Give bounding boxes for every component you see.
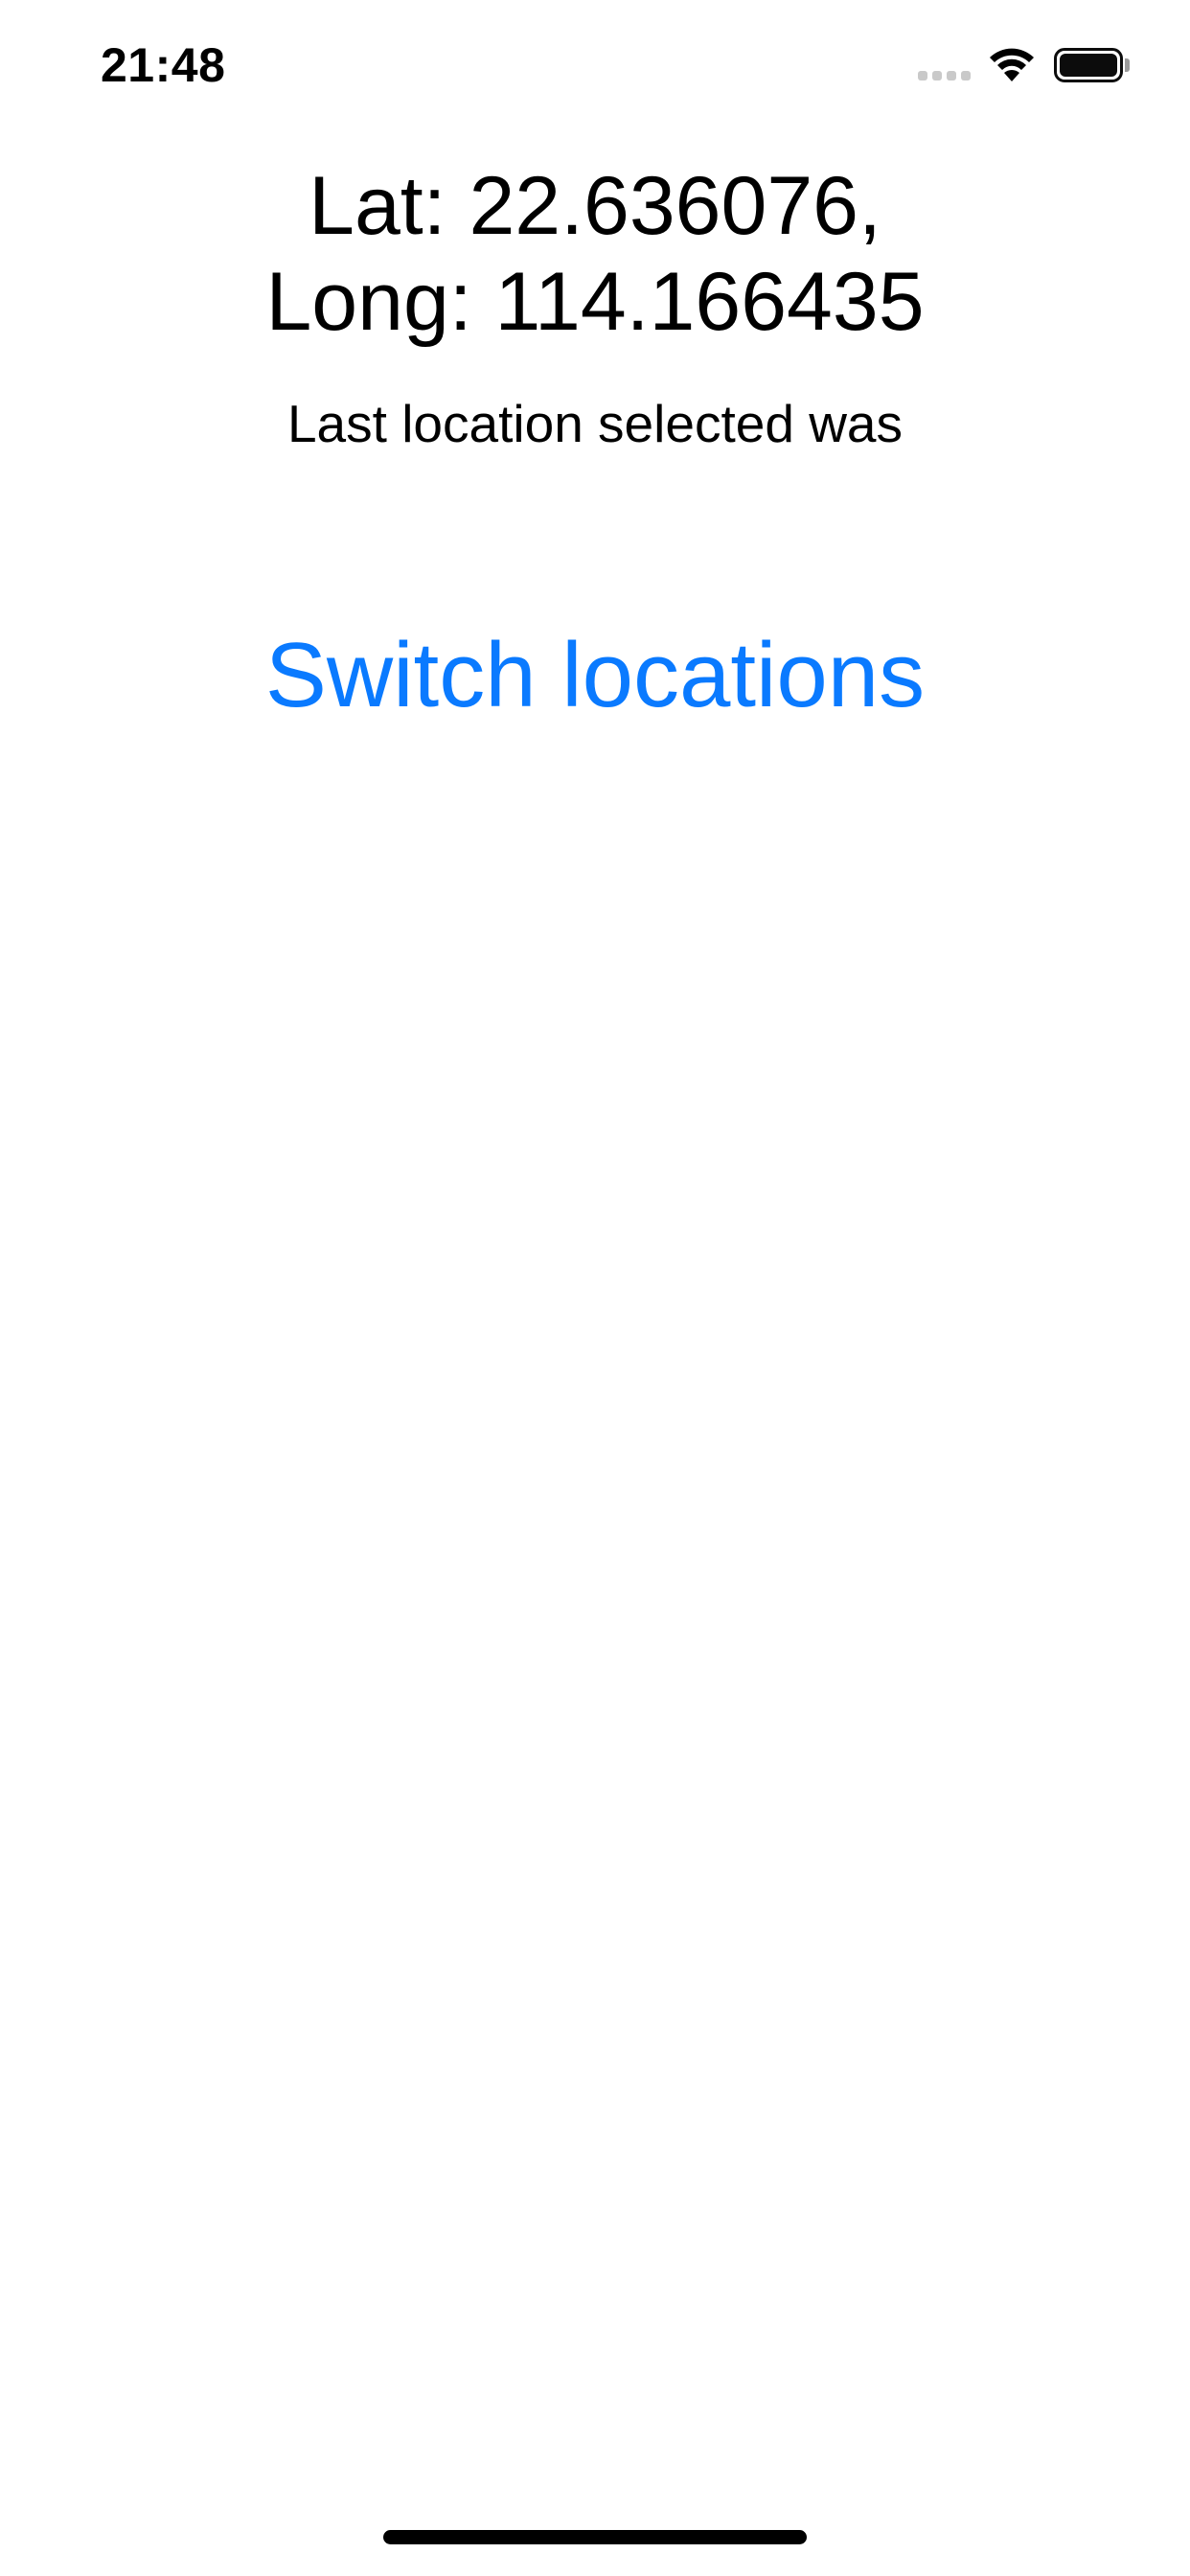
signal-dot: [932, 71, 942, 80]
signal-dot: [961, 71, 971, 80]
battery-icon: [1054, 48, 1123, 82]
longitude-text: Long: 114.166435: [265, 256, 925, 348]
latitude-text: Lat: 22.636076,: [309, 160, 881, 252]
battery-cap: [1125, 58, 1130, 72]
switch-locations-button[interactable]: Switch locations: [212, 613, 978, 738]
signal-dot: [947, 71, 956, 80]
status-time: 21:48: [101, 38, 226, 92]
coordinates-display: Lat: 22.636076, Long: 114.166435: [0, 158, 1190, 350]
cellular-signal-icon: [918, 71, 973, 82]
home-indicator[interactable]: [383, 2530, 807, 2544]
signal-dot: [918, 71, 927, 80]
status-bar: 21:48: [0, 0, 1190, 126]
last-location-label: Last location selected was: [286, 394, 904, 453]
wifi-icon: [990, 48, 1034, 81]
battery-level: [1060, 54, 1117, 77]
